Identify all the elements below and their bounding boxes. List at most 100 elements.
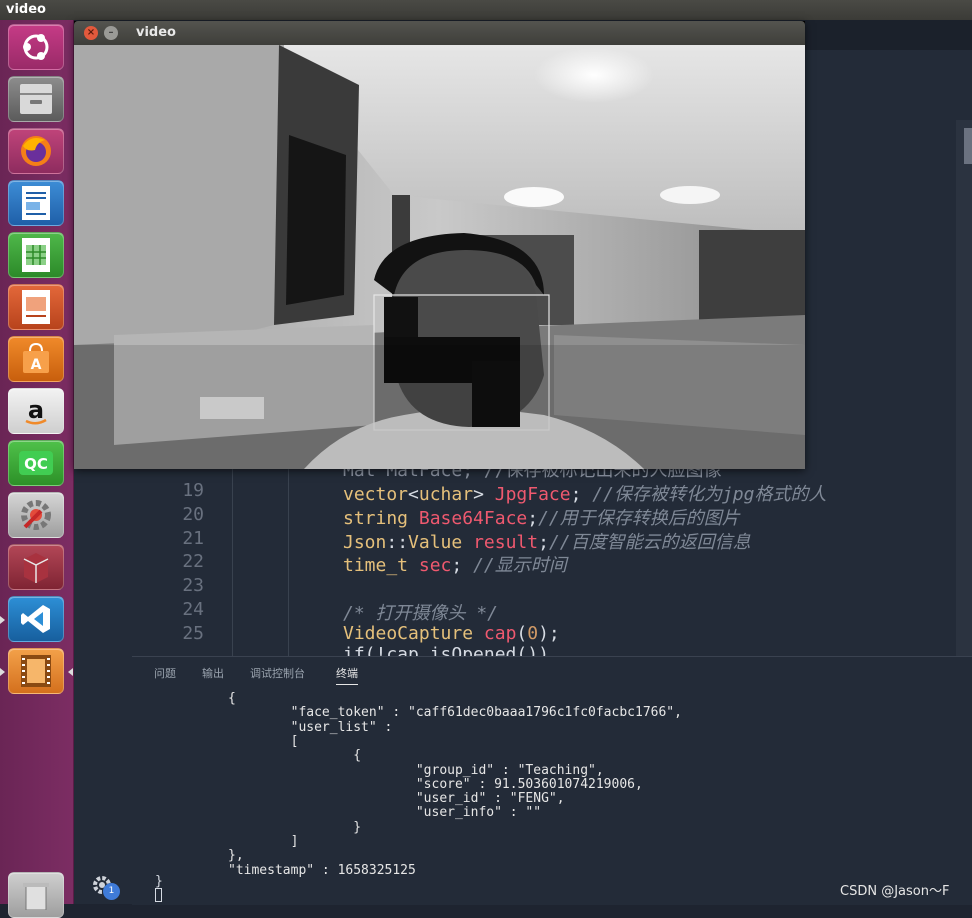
code-token: cap: [483, 622, 517, 644]
launcher-calc-button[interactable]: [8, 232, 64, 278]
svg-text:a: a: [28, 396, 44, 424]
running-indicator: [0, 616, 5, 624]
code-token: //用于保存转换后的图片: [538, 507, 740, 529]
system-settings-icon: [21, 500, 51, 530]
video-window-title: video: [136, 25, 176, 40]
code-token: ;: [538, 531, 549, 553]
terminal-line: "timestamp" : 1658325125: [228, 862, 416, 878]
terminal-line: {: [228, 691, 236, 706]
code-token: vector: [343, 484, 409, 505]
software-center-icon: A: [23, 342, 49, 373]
terminal-line: {: [228, 748, 362, 764]
line-number: 21: [182, 527, 204, 549]
launcher-box-button[interactable]: [8, 544, 64, 590]
code-token: >: [473, 484, 495, 505]
vscode-icon: [21, 605, 50, 633]
code-token: /* 打开摄像头 */: [343, 603, 499, 624]
firefox-icon: [21, 136, 51, 166]
code-token: (: [516, 622, 528, 644]
line-number: 24: [182, 599, 204, 620]
package-icon: [23, 553, 49, 583]
tab-terminal[interactable]: 终端: [336, 665, 358, 685]
code-token: //百度智能云的返回信息: [548, 531, 751, 553]
code-token: Base64Face: [418, 507, 528, 529]
gutter-divider: [232, 460, 233, 660]
impress-icon: [22, 290, 50, 324]
code-token: <: [408, 484, 419, 505]
launcher-settings-button[interactable]: [8, 492, 64, 538]
launcher-video-button[interactable]: [8, 648, 64, 694]
launcher-files-button[interactable]: [8, 76, 64, 122]
terminal-line: [: [228, 733, 299, 749]
line-number: 23: [182, 575, 204, 597]
calc-icon: [22, 238, 50, 272]
code-token: ;: [527, 507, 539, 529]
terminal-line: "user_info" : "": [228, 805, 542, 821]
minimize-button[interactable]: –: [104, 26, 118, 40]
launcher-firefox-button[interactable]: [8, 128, 64, 174]
tab-output[interactable]: 输出: [202, 665, 224, 681]
line-number: 22: [182, 551, 204, 573]
line-number: 20: [182, 503, 204, 525]
code-line: vector<uchar> JpgFace; //保存被转化为jpg格式的人: [343, 480, 826, 506]
svg-text:QC: QC: [24, 455, 48, 473]
film-strip-icon: [21, 655, 51, 687]
code-line: time_t sec; //显示时间: [343, 551, 567, 577]
terminal-line: "user_id" : "FENG",: [228, 791, 565, 807]
terminal-line: "score" : 91.503601074219006,: [228, 776, 643, 792]
code-token: uchar: [418, 484, 474, 505]
qt-creator-icon: QC: [19, 451, 53, 475]
terminal-line: "user_list" :: [228, 719, 393, 735]
code-token: string: [343, 507, 409, 529]
code-token: ;: [451, 555, 474, 577]
watermark: CSDN @Jason～F: [840, 884, 950, 899]
code-token: ;: [570, 484, 593, 505]
code-token: //保存被转化为jpg格式的人: [592, 484, 827, 505]
code-line: Json::Value result;//百度智能云的返回信息: [343, 528, 751, 554]
launcher-vscode-button[interactable]: [8, 596, 64, 642]
code-token: result: [473, 531, 539, 553]
terminal-line: "group_id" : "Teaching",: [228, 762, 604, 778]
line-number: 19: [182, 480, 204, 501]
ubuntu-icon: [23, 34, 49, 60]
video-window-titlebar[interactable]: × – video: [74, 21, 805, 45]
svg-text:A: A: [31, 357, 42, 373]
launcher-trash-button[interactable]: [8, 872, 64, 918]
launcher-amazon-button[interactable]: a: [8, 388, 64, 434]
launcher-qtcreator-button[interactable]: QC: [8, 440, 64, 486]
close-button[interactable]: ×: [84, 26, 98, 40]
minimap-marker: [964, 128, 972, 164]
terminal-line: "face_token" : "caff61dec0baaa1796c1fc0f…: [228, 705, 682, 721]
indent-guide: [288, 460, 289, 660]
terminal-tail: }: [155, 874, 163, 889]
terminal-line: ]: [228, 834, 299, 849]
code-line: /* 打开摄像头 */: [343, 599, 498, 625]
code-token: JpgFace: [494, 484, 571, 505]
tab-debug-console[interactable]: 调试控制台: [250, 665, 305, 681]
writer-icon: [22, 186, 50, 220]
launcher-impress-button[interactable]: [8, 284, 64, 330]
video-window[interactable]: × – video: [74, 21, 805, 469]
running-indicator: [0, 668, 5, 676]
launcher-dash-button[interactable]: [8, 24, 64, 70]
settings-update-badge: 1: [103, 883, 120, 900]
launcher-software-button[interactable]: A: [8, 336, 64, 382]
launcher-writer-button[interactable]: [8, 180, 64, 226]
active-indicator: [68, 668, 73, 676]
code-token: Value: [408, 531, 463, 553]
launcher: A a QC: [0, 20, 74, 918]
terminal-cursor: [155, 888, 162, 902]
app-title: video: [6, 2, 46, 17]
terminal-line: }: [228, 819, 362, 835]
code-token: sec: [418, 555, 452, 577]
code-token: //显示时间: [473, 555, 567, 577]
trash-icon: [23, 883, 49, 910]
code-line: string Base64Face;//用于保存转换后的图片: [343, 504, 740, 530]
amazon-icon: a: [25, 396, 47, 425]
code-token: VideoCapture: [343, 622, 474, 644]
code-token: Json: [343, 531, 387, 553]
tab-problems[interactable]: 问题: [154, 665, 176, 681]
code-token: time_t: [343, 555, 409, 577]
